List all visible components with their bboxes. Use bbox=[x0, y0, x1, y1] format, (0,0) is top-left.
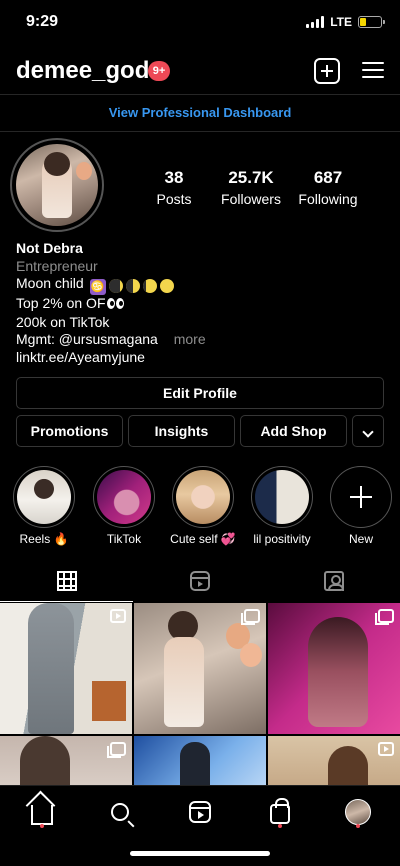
notification-dot bbox=[278, 824, 282, 828]
insights-button[interactable]: Insights bbox=[128, 415, 235, 447]
suggestions-toggle-button[interactable] bbox=[352, 415, 384, 447]
create-post-icon[interactable] bbox=[314, 58, 340, 84]
carousel-icon bbox=[241, 609, 260, 625]
notifications-badge[interactable]: 9+ bbox=[148, 61, 170, 81]
highlight-new[interactable]: New bbox=[330, 466, 392, 546]
tab-reels[interactable] bbox=[133, 560, 266, 602]
tab-posts-grid[interactable] bbox=[0, 560, 133, 602]
menu-icon[interactable] bbox=[362, 58, 388, 84]
battery-icon bbox=[358, 16, 385, 28]
network-label: LTE bbox=[330, 15, 352, 29]
home-icon bbox=[31, 805, 53, 825]
mgmt-mention[interactable]: Mgmt: @ursusmagana bbox=[16, 331, 158, 347]
notification-dot bbox=[40, 824, 44, 828]
highlight-tiktok[interactable]: TikTok bbox=[93, 466, 155, 546]
display-name: Not Debra bbox=[16, 240, 83, 256]
divider bbox=[0, 94, 400, 95]
search-icon bbox=[111, 803, 129, 821]
professional-dashboard-link[interactable]: View Professional Dashboard bbox=[0, 105, 400, 120]
highlight-lil-positivity[interactable]: lil positivity bbox=[251, 466, 313, 546]
profile-avatar[interactable] bbox=[10, 138, 104, 232]
post-thumbnail[interactable] bbox=[134, 736, 266, 786]
tab-tagged[interactable] bbox=[267, 560, 400, 602]
add-shop-button[interactable]: Add Shop bbox=[240, 415, 347, 447]
nav-reels[interactable] bbox=[186, 798, 214, 826]
profile-header: demee_god 9+ bbox=[0, 52, 400, 92]
bio-text: 200k on TikTok bbox=[16, 313, 110, 330]
promotions-button[interactable]: Promotions bbox=[16, 415, 123, 447]
bio-text: Top 2% on OF bbox=[16, 295, 106, 312]
nav-search[interactable] bbox=[106, 798, 134, 826]
highlight-label: New bbox=[348, 532, 373, 546]
status-icons: LTE bbox=[306, 15, 385, 29]
reel-icon bbox=[378, 742, 394, 756]
bio-text: Moon child bbox=[16, 275, 84, 292]
cancer-sign-icon: ♋ bbox=[89, 279, 106, 296]
plus-icon bbox=[350, 486, 372, 508]
avatar-photo bbox=[16, 144, 98, 226]
tagged-icon bbox=[323, 571, 344, 591]
carousel-icon bbox=[107, 742, 126, 758]
signal-icon bbox=[306, 16, 325, 28]
shop-icon bbox=[270, 798, 290, 824]
bio-line: Moon child ♋ bbox=[16, 275, 386, 296]
edit-profile-button[interactable]: Edit Profile bbox=[16, 377, 384, 409]
category-label: Entrepreneur bbox=[16, 257, 98, 274]
following-count: 687 bbox=[313, 168, 343, 187]
reels-icon bbox=[189, 571, 210, 591]
carousel-icon bbox=[375, 609, 394, 625]
post-thumbnail[interactable] bbox=[268, 736, 400, 786]
bio-link[interactable]: linktr.ee/Ayeamyjune bbox=[16, 349, 386, 367]
eyes-emoji-icon bbox=[106, 296, 124, 314]
chevron-down-icon bbox=[362, 426, 374, 438]
status-time: 9:29 bbox=[26, 13, 59, 30]
post-thumbnail[interactable] bbox=[268, 603, 400, 734]
nav-profile[interactable] bbox=[344, 798, 372, 826]
bio-section: Not Debra Entrepreneur Moon child ♋ Top … bbox=[16, 240, 386, 367]
stat-following[interactable]: 687 Following bbox=[283, 168, 373, 207]
status-bar: 9:29 LTE bbox=[0, 0, 400, 46]
post-thumbnail[interactable] bbox=[0, 736, 132, 786]
highlight-reels[interactable]: Reels 🔥 bbox=[13, 466, 75, 546]
profile-avatar-icon bbox=[345, 799, 371, 825]
post-thumbnail[interactable] bbox=[0, 603, 132, 734]
following-label: Following bbox=[298, 191, 358, 207]
highlight-cute-self[interactable]: Cute self 💞 bbox=[170, 466, 236, 546]
bio-line: Top 2% on OF bbox=[16, 295, 386, 314]
reel-icon bbox=[110, 609, 126, 623]
nav-shop[interactable] bbox=[266, 798, 294, 826]
reels-icon bbox=[189, 801, 211, 823]
more-link[interactable]: more bbox=[174, 331, 206, 347]
bio-line: Mgmt: @ursusmagana more bbox=[16, 331, 386, 349]
nav-home[interactable] bbox=[28, 798, 56, 826]
grid-icon bbox=[56, 571, 77, 591]
notification-dot bbox=[356, 824, 360, 828]
moon-phases-icon: ♋ bbox=[89, 279, 174, 296]
home-indicator bbox=[130, 851, 270, 856]
divider bbox=[0, 131, 400, 132]
username-title[interactable]: demee_god bbox=[16, 57, 149, 85]
post-thumbnail[interactable] bbox=[134, 603, 266, 734]
profile-tabs bbox=[0, 560, 400, 602]
